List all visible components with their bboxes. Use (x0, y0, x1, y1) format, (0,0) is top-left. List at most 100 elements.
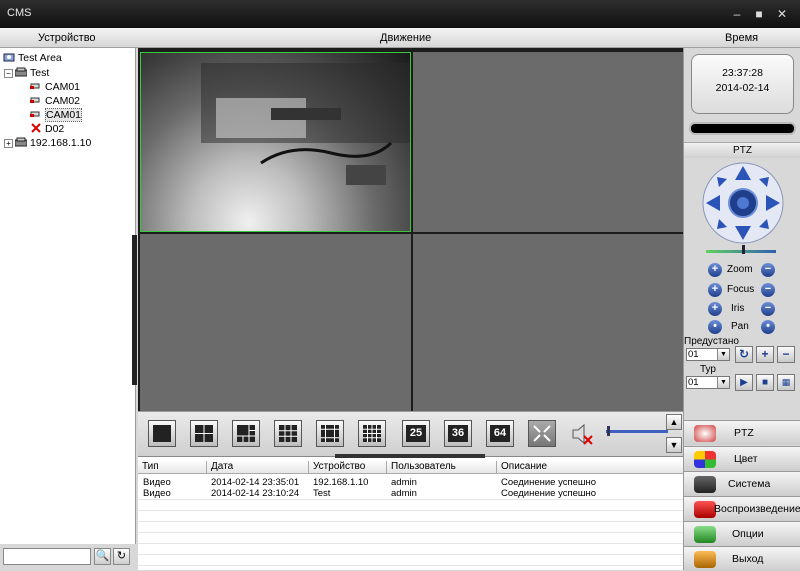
scroll-down-icon[interactable]: ▼ (666, 437, 682, 453)
layout-25-button[interactable]: 25 (402, 420, 430, 447)
layout-16-button[interactable] (358, 420, 386, 447)
minimize-button[interactable]: – (730, 7, 744, 21)
dvr-icon (15, 137, 27, 147)
log-cell: Видео (143, 477, 171, 488)
log-splitter[interactable] (335, 454, 485, 458)
log-row[interactable]: Видео 2014-02-14 23:10:24 Test admin Сое… (138, 488, 683, 499)
layout-25-label: 25 (406, 425, 426, 442)
chevron-down-icon: ▼ (717, 349, 729, 360)
mute-icon[interactable] (570, 422, 596, 446)
event-log: Тип Дата Устройство Пользователь Описани… (138, 454, 683, 570)
row-divider (138, 543, 683, 544)
tree-group[interactable]: − Test (4, 66, 49, 80)
search-icon[interactable]: 🔍 (94, 548, 111, 565)
control-panel: 23:37:28 2014-02-14 PTZ + Zoom − + Focus… (683, 48, 800, 571)
tree-cam-3[interactable]: CAM01 (30, 108, 83, 122)
video-grid (138, 48, 683, 411)
tree-root[interactable]: Test Area (3, 51, 62, 65)
nav-exit-button[interactable]: Выход (684, 546, 800, 571)
direction-pad[interactable] (701, 161, 785, 245)
volume-thumb[interactable] (607, 426, 610, 436)
video-cell-2[interactable] (413, 52, 683, 232)
log-col-user[interactable]: Пользователь (386, 461, 456, 474)
video-cell-4[interactable] (413, 234, 683, 411)
log-header: Тип Дата Устройство Пользователь Описани… (138, 460, 683, 474)
tour-stop-icon[interactable]: ■ (756, 374, 774, 391)
system-icon (694, 476, 716, 493)
layout-4-button[interactable] (190, 420, 218, 447)
log-cell: 2014-02-14 23:10:24 (211, 488, 300, 499)
device-tree: Test Area − Test CAM01 CAM02 CAM01 D02 +1… (0, 48, 136, 544)
log-cell: Видео (143, 488, 171, 499)
layout-9-button[interactable] (274, 420, 302, 447)
focus-in-button[interactable]: + (708, 283, 722, 297)
pan-right-button[interactable]: • (761, 320, 775, 334)
row-divider (138, 532, 683, 533)
scroll-up-icon[interactable]: ▲ (666, 414, 682, 430)
volume-slider[interactable] (606, 430, 668, 433)
layout-1-button[interactable] (148, 420, 176, 447)
log-col-device[interactable]: Устройство (308, 461, 365, 474)
refresh-icon[interactable]: ↻ (113, 548, 130, 565)
video-cell-1[interactable] (140, 52, 411, 232)
layout-36-button[interactable]: 36 (444, 420, 472, 447)
log-row[interactable]: Видео 2014-02-14 23:35:01 192.168.1.10 a… (138, 477, 683, 488)
expand-icon[interactable]: + (4, 139, 13, 148)
layout-64-label: 64 (490, 425, 510, 442)
close-button[interactable]: ✕ (775, 7, 789, 21)
focus-out-button[interactable]: − (761, 283, 775, 297)
nav-ptz-label: PTZ (734, 427, 754, 439)
log-col-type[interactable]: Тип (138, 461, 159, 474)
tree-cam-2[interactable]: CAM02 (30, 94, 80, 108)
preset-add-button[interactable]: + (756, 346, 774, 363)
preset-select[interactable]: 01 ▼ (686, 348, 730, 361)
column-header-bar: Устройство Движение Время (0, 28, 800, 48)
collapse-icon[interactable]: − (4, 69, 13, 78)
fullscreen-button[interactable] (528, 420, 556, 447)
nav-ptz-button[interactable]: PTZ (684, 420, 800, 445)
camera-scene (201, 63, 410, 185)
nav-options-button[interactable]: Опции (684, 521, 800, 546)
device-header[interactable]: Устройство (38, 32, 96, 44)
layout-13-button[interactable] (316, 420, 344, 447)
tour-select[interactable]: 01 ▼ (686, 376, 730, 389)
nav-exit-label: Выход (732, 553, 764, 565)
layout-64-button[interactable]: 64 (486, 420, 514, 447)
speed-slider[interactable] (706, 250, 776, 253)
iris-open-button[interactable]: + (708, 302, 722, 316)
time-header[interactable]: Время (725, 32, 758, 44)
tour-value: 01 (688, 377, 699, 388)
nav-color-button[interactable]: Цвет (684, 446, 800, 471)
layout-6-button[interactable] (232, 420, 260, 447)
log-cell: Соединение успешно (501, 488, 597, 499)
nav-color-label: Цвет (734, 453, 758, 465)
preset-goto-icon[interactable]: ↻ (735, 346, 753, 363)
video-cell-3[interactable] (140, 234, 411, 411)
nav-options-label: Опции (732, 528, 764, 540)
zoom-in-button[interactable]: + (708, 263, 722, 277)
search-input[interactable] (3, 548, 91, 565)
row-divider (138, 521, 683, 522)
iris-close-button[interactable]: − (761, 302, 775, 316)
tour-play-icon[interactable]: ▶ (735, 374, 753, 391)
maximize-button[interactable]: ■ (752, 7, 766, 21)
options-icon (694, 526, 716, 543)
speed-thumb[interactable] (742, 245, 745, 254)
tour-grid-icon[interactable]: ▦ (777, 374, 795, 391)
zoom-out-button[interactable]: − (761, 263, 775, 277)
preset-remove-button[interactable]: − (777, 346, 795, 363)
tree-cam-4[interactable]: D02 (30, 122, 64, 136)
pan-left-button[interactable]: • (708, 320, 722, 334)
log-col-desc[interactable]: Описание (496, 461, 547, 474)
focus-label: Focus (727, 284, 755, 295)
tree-cam-1[interactable]: CAM01 (30, 80, 80, 94)
nav-system-button[interactable]: Система (684, 471, 800, 496)
tree-ip-device[interactable]: +192.168.1.10 (4, 136, 91, 150)
panel-splitter[interactable] (132, 235, 137, 385)
nav-playback-button[interactable]: Воспроизведение (684, 496, 800, 521)
log-cell: Соединение успешно (501, 477, 597, 488)
motion-header[interactable]: Движение (380, 32, 431, 44)
pan-label: Pan (731, 321, 749, 332)
log-col-date[interactable]: Дата (206, 461, 233, 474)
tree-ip-label: 192.168.1.10 (30, 137, 92, 149)
